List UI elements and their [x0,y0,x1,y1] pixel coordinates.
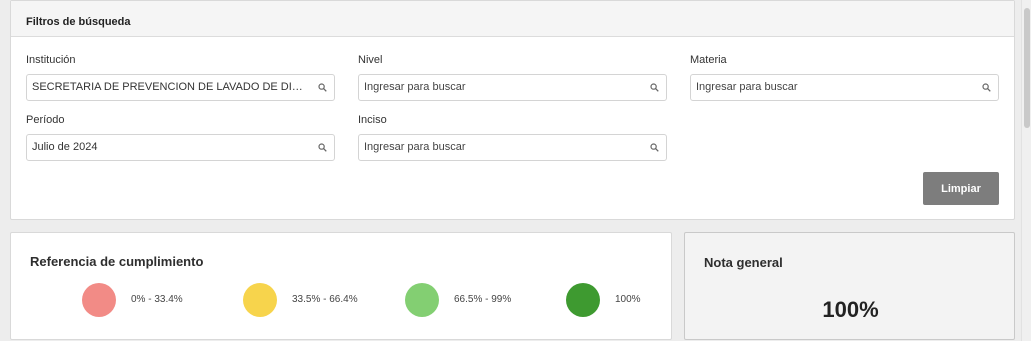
scrollbar-thumb[interactable] [1024,8,1030,128]
field-nivel: Nivel Ingresar para buscar [358,53,667,101]
legend-dot [566,283,600,317]
general-grade-card: Nota general 100% [684,232,1015,340]
grade-value: 100% [822,297,879,322]
page: Filtros de búsqueda Institución SECRETAR… [0,0,1031,341]
grade-title: Nota general [704,255,783,270]
clear-button[interactable]: Limpiar [923,172,999,205]
vertical-scrollbar[interactable] [1021,0,1031,341]
search-icon[interactable] [982,83,991,92]
materia-label: Materia [690,54,727,66]
materia-placeholder: Ingresar para buscar [696,81,798,93]
nivel-label: Nivel [358,54,383,66]
compliance-reference-card: Referencia de cumplimiento 0% - 33.4% 33… [10,232,672,340]
materia-input[interactable]: Ingresar para buscar [690,74,999,101]
search-icon[interactable] [318,83,327,92]
field-inciso: Inciso Ingresar para buscar [358,113,667,161]
nivel-input[interactable]: Ingresar para buscar [358,74,667,101]
search-icon[interactable] [650,143,659,152]
legend-label: 100% [615,294,641,305]
institucion-input[interactable]: SECRETARIA DE PREVENCION DE LAVADO DE DI… [26,74,335,101]
inciso-placeholder: Ingresar para buscar [364,141,466,153]
legend-dot [82,283,116,317]
legend-label: 0% - 33.4% [131,294,183,305]
filters-title: Filtros de búsqueda [26,16,131,28]
search-icon[interactable] [650,83,659,92]
inciso-label: Inciso [358,114,387,126]
field-materia: Materia Ingresar para buscar [690,53,999,101]
filters-header: Filtros de búsqueda [11,1,1014,37]
legend-label: 66.5% - 99% [454,294,512,305]
legend-label: 33.5% - 66.4% [292,294,358,305]
reference-title: Referencia de cumplimiento [30,254,204,269]
search-filters-panel: Filtros de búsqueda Institución SECRETAR… [10,0,1015,220]
institucion-label: Institución [26,54,76,66]
nivel-placeholder: Ingresar para buscar [364,81,466,93]
field-institucion: Institución SECRETARIA DE PREVENCION DE … [26,53,335,101]
periodo-value: Julio de 2024 [32,141,98,153]
field-periodo: Período Julio de 2024 [26,113,335,161]
periodo-input[interactable]: Julio de 2024 [26,134,335,161]
periodo-label: Período [26,114,65,126]
search-icon[interactable] [318,143,327,152]
legend-dot [405,283,439,317]
legend-dot [243,283,277,317]
inciso-input[interactable]: Ingresar para buscar [358,134,667,161]
institucion-value: SECRETARIA DE PREVENCION DE LAVADO DE DI… [32,81,335,93]
